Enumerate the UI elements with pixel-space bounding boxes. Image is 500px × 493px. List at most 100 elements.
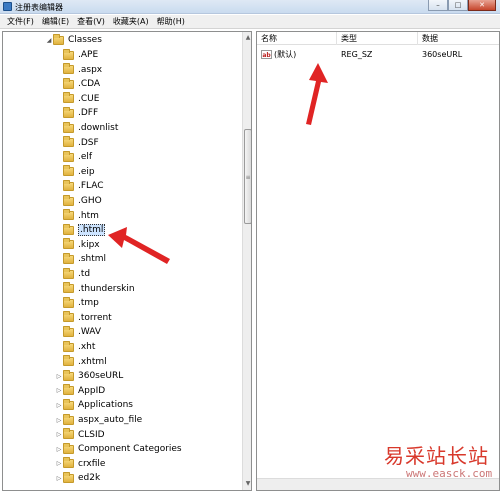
list-row[interactable]: ab (默认) REG_SZ 360seURL bbox=[257, 48, 499, 62]
scroll-down-icon[interactable]: ▼ bbox=[243, 478, 251, 490]
folder-icon bbox=[63, 223, 74, 235]
expanded-arrow-icon[interactable]: ◢ bbox=[45, 37, 53, 44]
tree-item[interactable]: ▷ 360seURL bbox=[57, 369, 123, 383]
tree-item[interactable]: .xhtml bbox=[59, 355, 107, 369]
menu-view[interactable]: 查看(V) bbox=[73, 15, 109, 29]
tree-item-label: aspx_auto_file bbox=[78, 415, 143, 425]
window-title: 注册表编辑器 bbox=[15, 3, 63, 12]
watermark-url: www.easck.com bbox=[406, 467, 493, 480]
watermark-logo-text: 易采站长站 bbox=[384, 444, 489, 468]
regedit-app-icon bbox=[3, 2, 12, 11]
folder-icon bbox=[63, 179, 74, 191]
tree-item[interactable]: .APE bbox=[59, 48, 98, 62]
menu-favorites[interactable]: 收藏夹(A) bbox=[109, 15, 153, 29]
tree-item[interactable]: .kipx bbox=[59, 238, 100, 252]
menu-edit[interactable]: 编辑(E) bbox=[38, 15, 73, 29]
minimize-button[interactable]: – bbox=[428, 0, 448, 11]
tree-item[interactable]: .htm bbox=[59, 209, 99, 223]
folder-icon bbox=[63, 471, 74, 483]
string-value-icon: ab bbox=[261, 50, 272, 59]
tree-item[interactable]: ▷ Component Categories bbox=[57, 442, 182, 456]
folder-icon bbox=[63, 121, 74, 133]
tree-item[interactable]: ▷ aspx_auto_file bbox=[57, 413, 143, 427]
tree-item[interactable]: ▷ AppID bbox=[57, 384, 106, 398]
tree-item-label: Applications bbox=[78, 400, 133, 411]
tree-item[interactable]: .downlist bbox=[59, 121, 118, 135]
tree-item-label: .torrent bbox=[78, 312, 112, 323]
folder-icon bbox=[63, 267, 74, 279]
tree-vertical-scrollbar[interactable]: ▲ ≡ ▼ bbox=[242, 32, 251, 490]
tree-item[interactable]: .xht bbox=[59, 340, 95, 354]
tree-item[interactable]: ▷ Applications bbox=[57, 398, 133, 412]
tree-item[interactable]: .GHO bbox=[59, 194, 102, 208]
collapsed-arrow-icon[interactable]: ▷ bbox=[55, 446, 63, 453]
tree-item[interactable]: .thunderskin bbox=[59, 282, 135, 296]
collapsed-arrow-icon[interactable]: ▷ bbox=[55, 475, 63, 482]
tree-item[interactable]: .aspx bbox=[59, 63, 102, 77]
tree-item-label: ed2k bbox=[78, 473, 101, 484]
tree-item[interactable]: .torrent bbox=[59, 311, 112, 325]
scroll-thumb[interactable]: ≡ bbox=[244, 129, 251, 224]
tree-item[interactable]: .CUE bbox=[59, 92, 99, 106]
tree-item[interactable]: .DFF bbox=[59, 106, 98, 120]
tree-item[interactable]: .shtml bbox=[59, 252, 106, 266]
tree-item[interactable]: .elf bbox=[59, 150, 92, 164]
collapsed-arrow-icon[interactable]: ▷ bbox=[55, 431, 63, 438]
tree-item-label: .td bbox=[78, 269, 91, 279]
column-header-name[interactable]: 名称 bbox=[257, 32, 337, 45]
tree-item-label: .downlist bbox=[78, 123, 119, 133]
folder-icon bbox=[63, 63, 74, 75]
tree-item-label: .thunderskin bbox=[78, 283, 135, 294]
registry-tree[interactable]: ◢ Classes .APE .aspx .CDA .CUE .DFF .downlist… bbox=[2, 31, 252, 491]
tree-item[interactable]: .eip bbox=[59, 165, 95, 179]
collapsed-arrow-icon[interactable]: ▷ bbox=[55, 460, 63, 467]
value-type: REG_SZ bbox=[341, 50, 373, 59]
folder-icon bbox=[63, 442, 74, 454]
tree-item[interactable]: .html bbox=[59, 223, 106, 237]
scroll-up-icon[interactable]: ▲ bbox=[243, 32, 251, 44]
tree-item[interactable]: .WAV bbox=[59, 325, 101, 339]
tree-item-label: .elf bbox=[78, 152, 93, 163]
tree-item[interactable]: .td bbox=[59, 267, 90, 281]
maximize-button[interactable]: □ bbox=[448, 0, 468, 11]
folder-icon bbox=[63, 355, 74, 367]
folder-icon bbox=[63, 413, 74, 425]
tree-item-label: .CDA bbox=[78, 79, 101, 90]
tree-item-label: CLSID bbox=[78, 429, 105, 440]
column-header-type[interactable]: 类型 bbox=[337, 32, 418, 45]
close-button[interactable]: ✕ bbox=[468, 0, 496, 11]
tree-item[interactable]: ▷ CLSID bbox=[57, 428, 105, 442]
column-header-data[interactable]: 数据 bbox=[418, 32, 499, 45]
tree-item-label: crxfile bbox=[78, 458, 106, 469]
tree-item-classes[interactable]: ◢ Classes bbox=[45, 33, 102, 47]
folder-icon bbox=[63, 282, 74, 294]
tree-item[interactable]: ▷ crxfile bbox=[57, 457, 106, 471]
folder-icon bbox=[63, 457, 74, 469]
menu-help[interactable]: 帮助(H) bbox=[153, 15, 189, 29]
site-watermark: 易采站长站 www.easck.com bbox=[368, 440, 500, 493]
tree-item-label: .xht bbox=[78, 342, 96, 352]
folder-icon bbox=[63, 106, 74, 118]
collapsed-arrow-icon[interactable]: ▷ bbox=[55, 402, 63, 409]
values-list[interactable]: 名称 类型 数据 ab (默认) REG_SZ 360seURL bbox=[256, 31, 500, 491]
tree-item-label: .WAV bbox=[78, 327, 102, 338]
tree-item[interactable]: .FLAC bbox=[59, 179, 104, 193]
folder-icon bbox=[63, 340, 74, 352]
tree-item-label: Classes bbox=[68, 35, 102, 45]
tree-item-label: .eip bbox=[78, 166, 95, 177]
tree-item-label: .tmp bbox=[78, 298, 99, 309]
folder-icon bbox=[63, 252, 74, 264]
tree-item[interactable]: .DSF bbox=[59, 136, 99, 150]
tree-item-label: .html bbox=[78, 224, 106, 237]
tree-item-label: AppID bbox=[78, 385, 106, 396]
collapsed-arrow-icon[interactable]: ▷ bbox=[55, 417, 63, 424]
folder-icon bbox=[63, 209, 74, 221]
tree-item[interactable]: ▷ ed2k bbox=[57, 471, 101, 485]
tree-item[interactable]: .tmp bbox=[59, 296, 99, 310]
tree-item[interactable]: .CDA bbox=[59, 77, 100, 91]
collapsed-arrow-icon[interactable]: ▷ bbox=[55, 373, 63, 380]
folder-icon bbox=[63, 48, 74, 60]
collapsed-arrow-icon[interactable]: ▷ bbox=[55, 387, 63, 394]
tree-item-label: .FLAC bbox=[78, 181, 104, 192]
menu-file[interactable]: 文件(F) bbox=[3, 15, 38, 29]
